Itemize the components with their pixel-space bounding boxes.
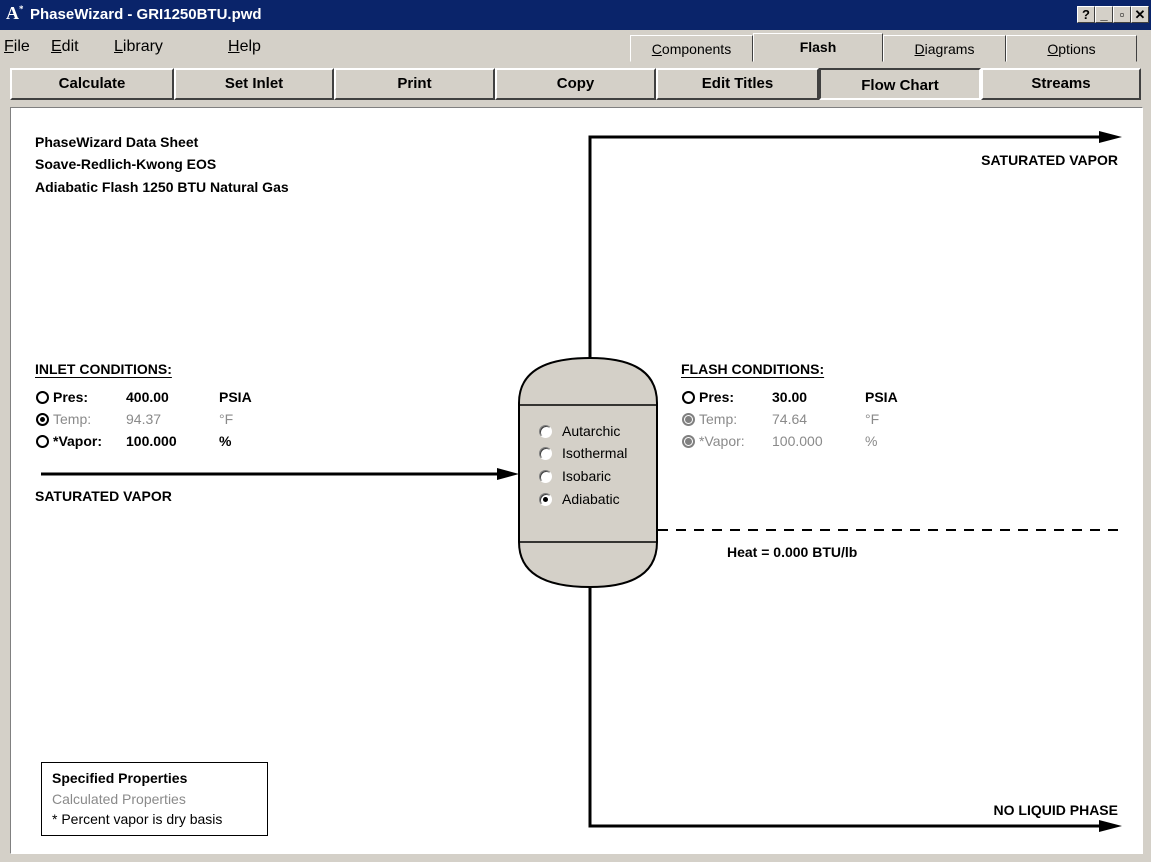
flash-pres-radio[interactable]: [682, 391, 695, 404]
inlet-header: INLET CONDITIONS:: [35, 361, 172, 377]
flash-vapor-radio: [682, 435, 695, 448]
inlet-vapor-label: *Vapor:: [53, 433, 103, 449]
flash-pres-unit: PSIA: [865, 389, 898, 405]
mode-autarchic-label[interactable]: Autarchic: [562, 423, 620, 439]
flow-chart-canvas: PhaseWizard Data Sheet Soave-Redlich-Kwo…: [10, 107, 1143, 854]
mode-adiabatic-label[interactable]: Adiabatic: [562, 491, 620, 507]
liquid-outlet-label: NO LIQUID PHASE: [993, 802, 1118, 818]
streams-button[interactable]: Streams: [981, 68, 1141, 100]
mode-isothermal-radio[interactable]: [539, 447, 552, 460]
minimize-button[interactable]: _: [1095, 6, 1113, 23]
flash-vapor-value: 100.000: [772, 433, 823, 449]
mode-isothermal-label[interactable]: Isothermal: [562, 445, 627, 461]
app-logo-icon: A*: [6, 3, 24, 23]
flash-temp-value: 74.64: [772, 411, 808, 427]
mode-isobaric-label[interactable]: Isobaric: [562, 468, 611, 484]
inlet-temp-value: 94.37: [126, 411, 162, 427]
legend-box: Specified Properties Calculated Properti…: [41, 762, 268, 836]
legend-specified: Specified Properties: [52, 770, 188, 786]
inlet-temp-radio[interactable]: [36, 413, 49, 426]
window-title: PhaseWizard - GRI1250BTU.pwd: [30, 6, 262, 23]
menu-help[interactable]: Help: [228, 38, 261, 56]
flash-temp-radio: [682, 413, 695, 426]
close-button[interactable]: ✕: [1131, 6, 1149, 23]
inlet-pres-value[interactable]: 400.00: [126, 389, 169, 405]
help-button[interactable]: ?: [1077, 6, 1095, 23]
liquid-outlet-arrow: [1099, 820, 1122, 832]
flash-vapor-unit: %: [865, 433, 878, 449]
inlet-pres-unit: PSIA: [219, 389, 252, 405]
inlet-pres-radio[interactable]: [36, 391, 49, 404]
inlet-vapor-unit: %: [219, 433, 232, 449]
vapor-outlet-arrow: [1099, 131, 1122, 143]
menu-library[interactable]: Library: [114, 38, 163, 56]
inlet-temp-unit: °F: [219, 411, 234, 427]
title-bar: A* PhaseWizard - GRI1250BTU.pwd ? _ ▫ ✕: [0, 0, 1151, 30]
heat-label: Heat = 0.000 BTU/lb: [727, 544, 858, 560]
sheet-title-1: PhaseWizard Data Sheet: [35, 134, 199, 150]
mode-autarchic-radio[interactable]: [539, 425, 552, 438]
tab-components[interactable]: Components: [630, 35, 753, 62]
mode-adiabatic-radio[interactable]: [539, 493, 552, 506]
flash-header: FLASH CONDITIONS:: [681, 361, 825, 377]
legend-note: * Percent vapor is dry basis: [52, 811, 223, 827]
toolbar: Calculate Set Inlet Print Copy Edit Titl…: [10, 68, 1141, 102]
tab-options[interactable]: Options: [1006, 35, 1137, 62]
flash-pres-label: Pres:: [699, 389, 735, 405]
inlet-temp-label: Temp:: [53, 411, 92, 427]
sheet-title-3: Adiabatic Flash 1250 BTU Natural Gas: [35, 179, 289, 195]
inlet-vapor-value[interactable]: 100.000: [126, 433, 177, 449]
restore-button[interactable]: ▫: [1113, 6, 1131, 23]
flash-pres-value[interactable]: 30.00: [772, 389, 807, 405]
inlet-pres-label: Pres:: [53, 389, 89, 405]
calculate-button[interactable]: Calculate: [10, 68, 174, 100]
vapor-outlet-line: [588, 135, 1103, 358]
flash-temp-unit: °F: [865, 411, 880, 427]
mode-isobaric-radio[interactable]: [539, 470, 552, 483]
flash-vapor-label: *Vapor:: [699, 433, 745, 449]
menu-edit[interactable]: Edit: [51, 38, 79, 56]
vapor-outlet-label: SATURATED VAPOR: [981, 152, 1118, 168]
copy-button[interactable]: Copy: [495, 68, 656, 100]
liquid-outlet-line: [588, 585, 1103, 828]
menu-file[interactable]: File: [4, 38, 30, 56]
legend-calculated: Calculated Properties: [52, 791, 186, 807]
edit-titles-button[interactable]: Edit Titles: [656, 68, 819, 100]
tab-flash[interactable]: Flash: [753, 33, 883, 62]
inlet-stream-label: SATURATED VAPOR: [35, 488, 172, 504]
tab-diagrams[interactable]: Diagrams: [883, 35, 1006, 62]
print-button[interactable]: Print: [334, 68, 495, 100]
sheet-title-2: Soave-Redlich-Kwong EOS: [35, 156, 217, 172]
inlet-arrow: [497, 468, 519, 480]
inlet-vapor-radio[interactable]: [36, 435, 49, 448]
set-inlet-button[interactable]: Set Inlet: [174, 68, 334, 100]
flash-temp-label: Temp:: [699, 411, 738, 427]
flow-chart-button[interactable]: Flow Chart: [819, 68, 981, 100]
